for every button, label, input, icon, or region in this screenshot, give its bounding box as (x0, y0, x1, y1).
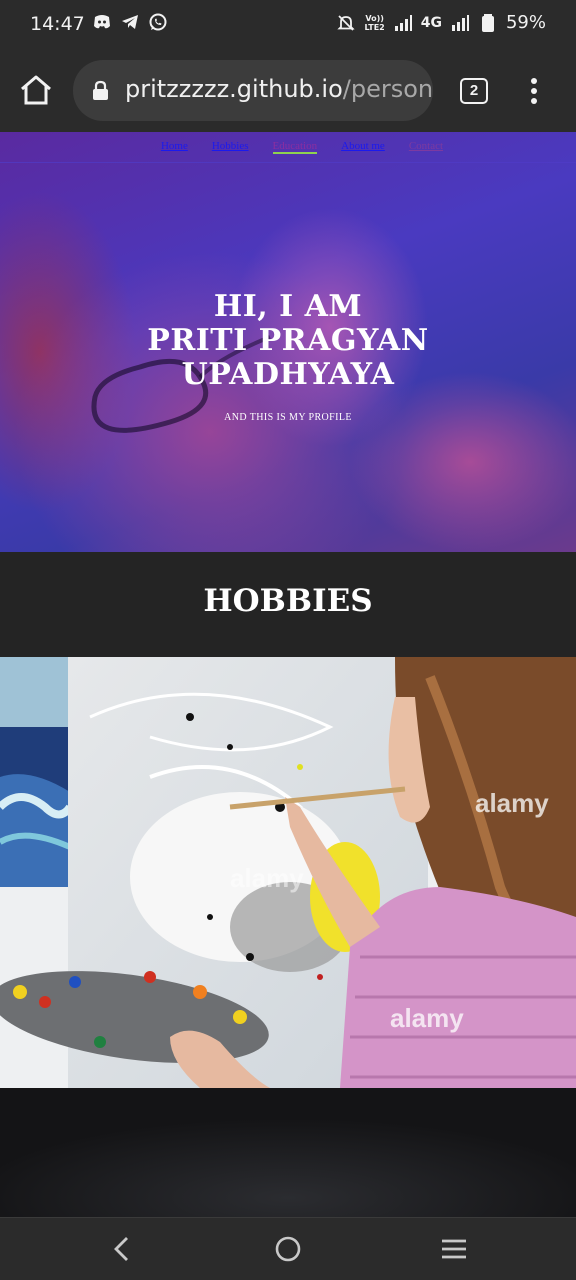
watermark-text-2: alamy (230, 863, 304, 893)
signal-icon (394, 14, 412, 31)
hero-section: Home Hobbies Education About me Contact … (0, 132, 576, 552)
nav-divider (0, 162, 576, 163)
address-bar[interactable]: pritzzzzz.github.io/person (73, 60, 433, 121)
hero-title-line-1: HI, I AM (213, 289, 363, 324)
system-nav-bar (0, 1217, 576, 1280)
nav-link-about[interactable]: About me (341, 140, 385, 154)
network-type: 4G (420, 14, 442, 31)
volte-indicator: Vo)) LTE2 (364, 13, 385, 32)
nav-link-home[interactable]: Home (161, 140, 188, 154)
page-bottom (0, 1088, 576, 1217)
hero-subtitle: AND THIS IS MY PROFILE (224, 412, 352, 423)
status-time: 14:47 (30, 13, 85, 35)
discord-icon (94, 15, 110, 29)
site-nav: Home Hobbies Education About me Contact (0, 140, 576, 154)
url-host: pritzzzzz.github.io (125, 75, 343, 103)
nav-link-contact[interactable]: Contact (409, 140, 443, 154)
mute-bell-icon (337, 14, 356, 31)
nav-link-education[interactable]: Education (272, 140, 318, 154)
url-text: pritzzzzz.github.io/person (125, 75, 433, 103)
hero-title-line-3: UPADHYAYA (181, 357, 395, 392)
tab-switcher-button[interactable]: 2 (460, 78, 488, 104)
status-bar: 14:47 Vo)) LTE2 4G 59% (0, 0, 576, 50)
back-icon[interactable] (106, 1233, 138, 1265)
nav-link-hobbies[interactable]: Hobbies (212, 140, 249, 154)
hobby-painting-image: alamy alamy alamy (0, 657, 576, 1088)
url-path: /person (342, 75, 433, 103)
hobbies-heading: HOBBIES (203, 583, 373, 619)
painting-illustration: alamy alamy alamy (0, 657, 576, 1088)
recents-icon[interactable] (438, 1233, 470, 1265)
whatsapp-icon (149, 13, 167, 31)
lock-icon (93, 80, 108, 100)
home-icon[interactable] (18, 72, 54, 108)
browser-toolbar: pritzzzzz.github.io/person 2 (0, 50, 576, 132)
watermark-text-3: alamy (390, 1003, 464, 1033)
overflow-menu-icon[interactable] (528, 77, 540, 105)
watermark-text-1: alamy (475, 788, 549, 818)
signal-icon-2 (451, 14, 469, 31)
hero-title-line-2: PRITI PRAGYAN (147, 323, 429, 358)
hobbies-section: HOBBIES (0, 552, 576, 657)
battery-percent: 59% (505, 12, 546, 33)
home-circle-icon[interactable] (272, 1233, 304, 1265)
hero-title: HI, I AM PRITI PRAGYAN UPADHYAYA (0, 290, 576, 392)
battery-icon (481, 13, 494, 32)
telegram-icon (122, 15, 138, 29)
